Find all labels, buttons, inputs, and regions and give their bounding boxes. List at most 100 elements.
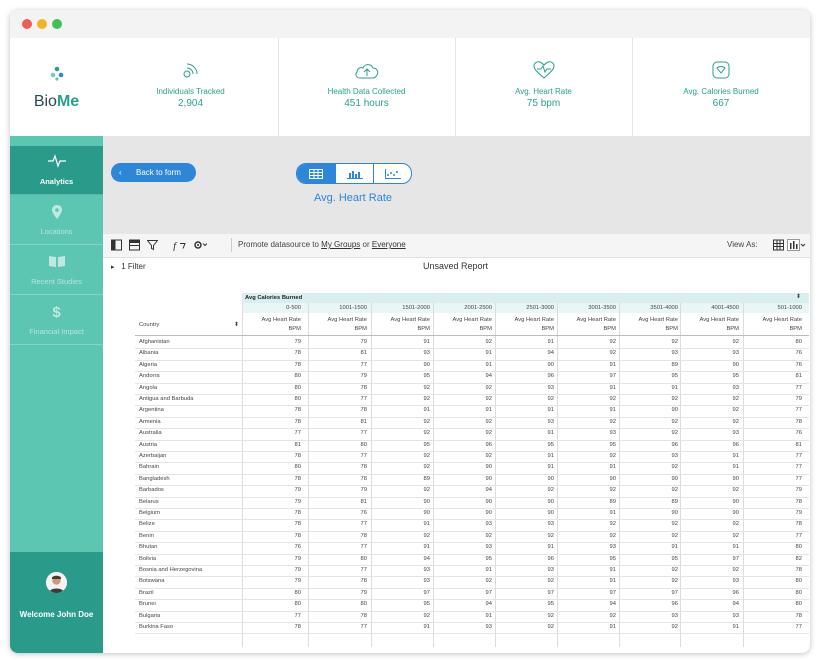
country-cell: Albania bbox=[139, 350, 159, 357]
column-header[interactable]: 2501-3000 bbox=[496, 305, 554, 311]
measure-header: Avg Heart Rate bbox=[261, 317, 301, 323]
bar-chart-view-button[interactable] bbox=[336, 164, 374, 183]
sidebar-item-locations[interactable]: Locations bbox=[10, 196, 103, 245]
maximize-window-button[interactable] bbox=[52, 19, 62, 29]
column-header[interactable]: 4001-4500 bbox=[681, 305, 739, 311]
value-cell: 92 bbox=[423, 418, 430, 425]
column-header[interactable]: 3001-3500 bbox=[558, 305, 616, 311]
minimize-window-button[interactable] bbox=[37, 19, 47, 29]
column-header[interactable]: 2001-2500 bbox=[434, 305, 492, 311]
country-cell: Botswana bbox=[139, 578, 165, 585]
country-cell: Barbados bbox=[139, 487, 164, 494]
value-cell: 81 bbox=[360, 418, 367, 425]
value-cell: 92 bbox=[485, 578, 492, 585]
sidebar-item-label: Locations bbox=[40, 227, 73, 236]
value-cell: 94 bbox=[732, 601, 739, 608]
value-cell: 91 bbox=[609, 567, 616, 573]
measure-header: Avg Heart Rate bbox=[576, 317, 616, 323]
value-cell: 92 bbox=[547, 578, 554, 585]
value-cell: 96 bbox=[671, 441, 678, 448]
everyone-link[interactable]: Everyone bbox=[372, 240, 406, 249]
value-cell: 92 bbox=[485, 384, 492, 391]
value-cell: 90 bbox=[485, 475, 492, 482]
column-header[interactable]: 3501-4000 bbox=[620, 305, 678, 311]
value-cell: 92 bbox=[485, 532, 492, 539]
grid-view-icon[interactable] bbox=[773, 239, 784, 251]
value-cell: 81 bbox=[294, 441, 301, 448]
value-cell: 78 bbox=[360, 532, 367, 539]
value-cell: 90 bbox=[423, 361, 430, 368]
stat-avg-heart-rate: Avg. Heart Rate 75 bpm bbox=[455, 38, 633, 136]
value-cell: 80 bbox=[294, 384, 301, 391]
value-cell: 91 bbox=[609, 578, 616, 585]
row-header-country[interactable]: Country bbox=[139, 322, 159, 328]
stat-individuals-tracked: Individuals Tracked 2,904 bbox=[103, 38, 279, 136]
table-layout-icon[interactable] bbox=[129, 239, 140, 251]
report-toolbar: f Promote datasource to My Groups or Eve… bbox=[103, 234, 810, 258]
value-cell: 93 bbox=[732, 384, 739, 391]
column-header[interactable]: 501-1000 bbox=[744, 305, 803, 311]
value-cell: 91 bbox=[547, 464, 554, 471]
value-cell: 91 bbox=[732, 544, 739, 551]
value-cell: 90 bbox=[547, 361, 554, 368]
value-cell: 77 bbox=[294, 430, 301, 437]
scatter-view-button[interactable] bbox=[374, 164, 411, 183]
value-cell: 90 bbox=[485, 498, 492, 505]
sort-icon[interactable]: ⬍ bbox=[796, 294, 801, 300]
value-cell: 91 bbox=[732, 453, 739, 459]
sidebar-item-recent-studies[interactable]: Recent Studies bbox=[10, 246, 103, 295]
avatar[interactable] bbox=[46, 572, 67, 593]
sidebar-item-financial-impact[interactable]: $ Financial Impact bbox=[10, 296, 103, 345]
value-cell: 79 bbox=[360, 487, 367, 494]
table-icon bbox=[309, 168, 323, 179]
value-cell: 92 bbox=[732, 487, 739, 494]
measure-unit: BPM bbox=[726, 326, 739, 332]
value-cell: 95 bbox=[547, 601, 554, 608]
back-to-form-button[interactable]: ‹ Back to form bbox=[111, 163, 196, 182]
column-header[interactable]: 1001-1500 bbox=[309, 305, 367, 311]
value-cell: 90 bbox=[732, 510, 739, 516]
country-cell: Algeria bbox=[139, 361, 158, 368]
close-window-button[interactable] bbox=[22, 19, 32, 29]
value-cell: 92 bbox=[485, 396, 492, 402]
value-cell: 91 bbox=[609, 384, 616, 391]
value-cell: 80 bbox=[360, 555, 367, 562]
value-cell: 92 bbox=[423, 612, 430, 619]
value-cell: 96 bbox=[732, 441, 739, 448]
chart-view-icon[interactable] bbox=[787, 239, 807, 251]
value-cell: 90 bbox=[485, 510, 492, 516]
table-view-button[interactable] bbox=[297, 164, 335, 183]
filter-toggle[interactable]: ▸ 1 Filter bbox=[111, 262, 146, 271]
column-header[interactable]: 0-500 bbox=[243, 305, 301, 311]
value-cell: 90 bbox=[547, 510, 554, 516]
settings-gear-icon[interactable] bbox=[193, 239, 207, 251]
formula-icon[interactable]: f bbox=[173, 239, 187, 251]
country-cell: Belarus bbox=[139, 498, 159, 505]
country-cell: Bosnia and Herzegovina bbox=[139, 567, 203, 573]
value-cell: 80 bbox=[795, 544, 802, 551]
country-cell: Bhutan bbox=[139, 544, 158, 551]
my-groups-link[interactable]: My Groups bbox=[321, 240, 360, 249]
value-cell: 92 bbox=[609, 350, 616, 357]
brand-name[interactable]: BioMe bbox=[10, 93, 103, 111]
filter-icon[interactable] bbox=[147, 239, 158, 251]
value-cell: 90 bbox=[671, 475, 678, 482]
caret-right-icon: ▸ bbox=[111, 264, 115, 271]
value-cell: 91 bbox=[671, 384, 678, 391]
scatter-chart-icon bbox=[385, 168, 401, 179]
country-cell: Afghanistan bbox=[139, 339, 170, 345]
column-header[interactable]: 1501-2000 bbox=[372, 305, 430, 311]
sidebar-item-analytics[interactable]: Analytics bbox=[10, 146, 103, 195]
measure-unit: BPM bbox=[354, 326, 367, 332]
value-cell: 95 bbox=[732, 373, 739, 380]
value-cell: 97 bbox=[609, 373, 616, 380]
panel-icon[interactable] bbox=[111, 239, 122, 251]
sort-icon[interactable]: ⬍ bbox=[234, 322, 239, 328]
measure-unit: BPM bbox=[541, 326, 554, 332]
value-cell: 79 bbox=[294, 578, 301, 585]
value-cell: 92 bbox=[609, 521, 616, 528]
group-header-label[interactable]: Avg Calories Burned bbox=[245, 295, 302, 301]
value-cell: 80 bbox=[795, 578, 802, 585]
value-cell: 97 bbox=[547, 589, 554, 596]
value-cell: 93 bbox=[547, 384, 554, 391]
